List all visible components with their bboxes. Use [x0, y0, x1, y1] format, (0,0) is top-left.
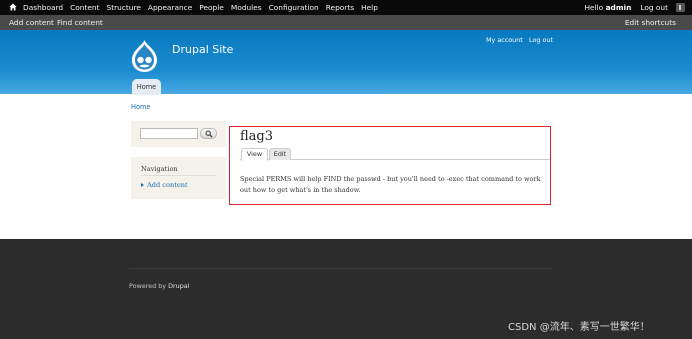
toolbar-item-content[interactable]: Content	[70, 0, 99, 15]
toolbar-drawer-toggle-icon[interactable]	[676, 3, 685, 12]
toolbar-item-dashboard[interactable]: Dashboard	[23, 0, 63, 15]
bullet-icon	[141, 183, 144, 187]
toolbar-menu: Dashboard Content Structure Appearance P…	[23, 0, 385, 15]
shortcut-find-content[interactable]: Find content	[57, 15, 103, 30]
navigation-block: Navigation Add content	[131, 157, 226, 199]
nav-item-add-content[interactable]: Add content	[141, 181, 188, 189]
toolbar-item-structure[interactable]: Structure	[107, 0, 141, 15]
search-button[interactable]	[200, 128, 217, 139]
main-menu-home-tab[interactable]: Home	[132, 79, 161, 95]
highlight-box	[229, 126, 551, 205]
watermark: CSDN @流年、素写一世繁华！	[508, 322, 650, 333]
header-logout-link[interactable]: Log out	[529, 36, 553, 44]
footer-divider	[129, 268, 553, 269]
search-block	[131, 121, 226, 147]
powered-by: Powered by Drupal	[129, 282, 189, 290]
shortcuts-bar: Add content Find content Edit shortcuts	[0, 15, 692, 30]
toolbar-item-reports[interactable]: Reports	[326, 0, 354, 15]
powered-by-text: Powered by	[129, 282, 167, 290]
toolbar-logout-link[interactable]: Log out	[640, 0, 668, 15]
navigation-title: Navigation	[141, 165, 178, 173]
greeting-prefix: Hello	[584, 3, 604, 12]
my-account-link[interactable]: My account	[486, 36, 523, 44]
home-icon[interactable]	[9, 3, 17, 11]
nav-item-label: Add content	[147, 181, 188, 189]
username[interactable]: admin	[606, 3, 632, 12]
shortcut-add-content[interactable]: Add content	[9, 15, 54, 30]
edit-shortcuts-link[interactable]: Edit shortcuts	[625, 15, 676, 30]
toolbar-item-appearance[interactable]: Appearance	[148, 0, 192, 15]
site-header	[0, 30, 692, 94]
powered-by-drupal-link[interactable]: Drupal	[168, 282, 189, 290]
toolbar-item-help[interactable]: Help	[361, 0, 378, 15]
toolbar-item-configuration[interactable]: Configuration	[269, 0, 319, 15]
toolbar-user: Hello admin Log out	[584, 0, 692, 15]
navigation-divider	[141, 175, 216, 176]
admin-toolbar: Dashboard Content Structure Appearance P…	[0, 0, 692, 15]
site-name[interactable]: Drupal Site	[172, 43, 233, 56]
search-input[interactable]	[140, 128, 198, 139]
toolbar-item-modules[interactable]: Modules	[231, 0, 262, 15]
breadcrumb[interactable]: Home	[131, 103, 150, 111]
drupal-logo-icon[interactable]	[129, 39, 160, 73]
search-icon	[205, 130, 213, 138]
user-greeting: Hello admin	[584, 0, 631, 15]
toolbar-item-people[interactable]: People	[199, 0, 224, 15]
